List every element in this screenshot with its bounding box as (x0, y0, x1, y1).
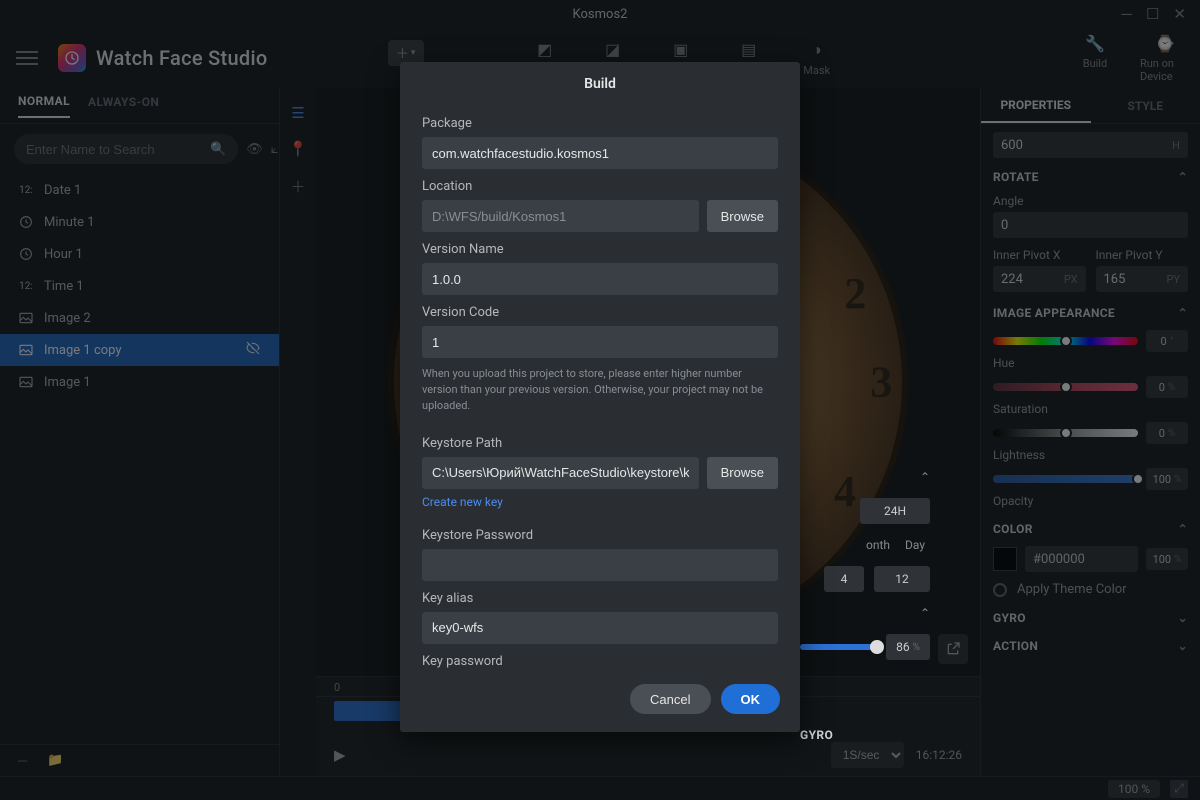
cancel-button[interactable]: Cancel (630, 684, 710, 714)
create-new-key-link[interactable]: Create new key (422, 495, 503, 509)
gyro-peek-label: GYRO (800, 728, 930, 742)
peek-slider-track (800, 644, 878, 650)
background-settings-peek: ⌃ 24H onth Day 4 12 ⌃ 86% GYRO (800, 470, 930, 742)
version-name-input[interactable] (422, 263, 778, 295)
day-value-peek: 12 (874, 566, 930, 592)
version-name-label: Version Name (422, 242, 778, 257)
location-input[interactable] (422, 200, 699, 232)
chevron-up-icon: ⌃ (920, 606, 930, 620)
day-label-peek: Day (900, 538, 930, 552)
package-label: Package (422, 116, 778, 131)
location-label: Location (422, 179, 778, 194)
browse-location-button[interactable]: Browse (707, 200, 778, 232)
keystore-password-input[interactable] (422, 549, 778, 581)
keystore-path-label: Keystore Path (422, 436, 778, 451)
version-hint: When you upload this project to store, p… (422, 366, 778, 414)
version-code-input[interactable] (422, 326, 778, 358)
keystore-password-label: Keystore Password (422, 528, 778, 543)
dialog-title: Build (400, 62, 800, 106)
time-format-peek: 24H (860, 498, 930, 524)
build-dialog: Build Package Location Browse Version Na… (400, 62, 800, 732)
package-input[interactable] (422, 137, 778, 169)
version-code-label: Version Code (422, 305, 778, 320)
month-value-peek: 4 (824, 566, 864, 592)
month-label-peek: onth (866, 538, 890, 552)
peek-slider-value: 86% (886, 634, 930, 660)
chevron-up-icon: ⌃ (920, 470, 930, 484)
browse-keystore-button[interactable]: Browse (707, 457, 778, 489)
keystore-path-input[interactable] (422, 457, 699, 489)
key-password-label: Key password (422, 654, 778, 669)
ok-button[interactable]: OK (721, 684, 781, 714)
key-alias-input[interactable] (422, 612, 778, 644)
key-alias-label: Key alias (422, 591, 778, 606)
